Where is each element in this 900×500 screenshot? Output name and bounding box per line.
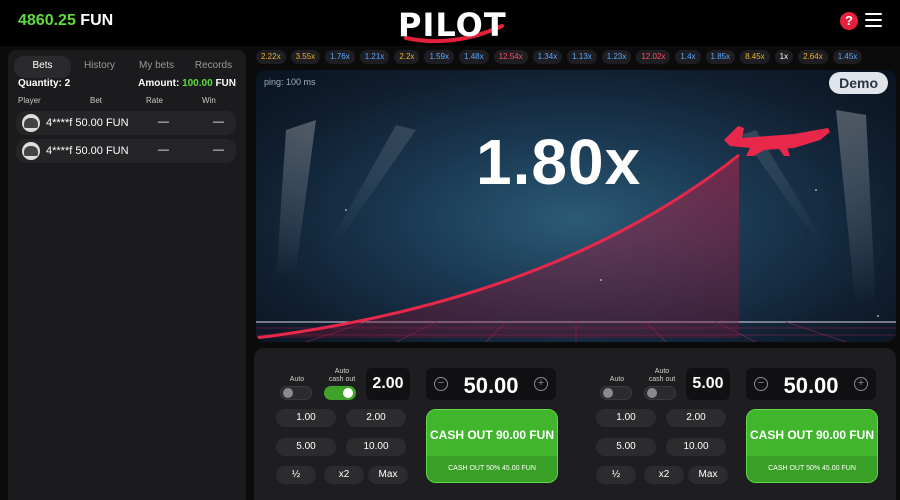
win-cell: — bbox=[213, 116, 224, 128]
history-multiplier-chip[interactable]: 1.23x bbox=[601, 50, 632, 64]
column-player: Player bbox=[18, 96, 41, 105]
history-multiplier-chip[interactable]: 2.64x bbox=[798, 50, 828, 64]
column-win: Win bbox=[202, 96, 216, 105]
preset-button[interactable]: 10.00 bbox=[666, 438, 726, 456]
history-multiplier-chip[interactable]: 1.48x bbox=[459, 50, 489, 64]
tab-history[interactable]: History bbox=[71, 56, 128, 78]
history-multiplier-chip[interactable]: 1.59x bbox=[424, 50, 455, 64]
auto-cashout-label: Auto cash out bbox=[648, 368, 676, 383]
history-multiplier-chip[interactable]: 3.55x bbox=[290, 50, 321, 64]
tab-records[interactable]: Records bbox=[185, 56, 242, 78]
history-multiplier-chip[interactable]: 1.4x bbox=[675, 50, 701, 64]
table-row: 4****f 50.00 FUN — — bbox=[16, 111, 236, 135]
column-bet: Bet bbox=[90, 96, 103, 105]
amount-summary: Amount: 100.00 FUN bbox=[138, 78, 236, 89]
win-cell: — bbox=[213, 144, 224, 156]
preset-button[interactable]: 1.00 bbox=[276, 409, 336, 427]
cash-out-button[interactable]: CASH OUT 90.00 FUN CASH OUT 50% 45.00 FU… bbox=[746, 409, 878, 483]
preset-button[interactable]: 2.00 bbox=[346, 409, 406, 427]
ping-indicator: ping: 100 ms bbox=[264, 77, 316, 87]
balance-display: 4860.25 FUN bbox=[18, 12, 113, 30]
auto-toggle[interactable] bbox=[280, 386, 312, 400]
player-bet: 4****f 50.00 FUN bbox=[46, 145, 129, 157]
demo-badge[interactable]: Demo bbox=[829, 72, 888, 94]
stake-input[interactable]: − 50.00 + bbox=[426, 368, 556, 400]
auto-label: Auto bbox=[609, 376, 625, 383]
auto-cashout-toggle[interactable] bbox=[644, 386, 676, 400]
auto-toggle[interactable] bbox=[600, 386, 632, 400]
cash-out-label: CASH OUT 90.00 FUN bbox=[429, 428, 555, 442]
preset-button[interactable]: 1.00 bbox=[596, 409, 656, 427]
flight-scene bbox=[256, 110, 896, 342]
player-bet: 4****f 50.00 FUN bbox=[46, 117, 129, 129]
rate-cell: — bbox=[158, 116, 169, 128]
logo-text: PILOT bbox=[398, 6, 507, 44]
history-multiplier-chip[interactable]: 8.45x bbox=[740, 50, 770, 64]
history-multiplier-chip[interactable]: 12.54x bbox=[493, 50, 528, 64]
preset-button[interactable]: 5.00 bbox=[596, 438, 656, 456]
auto-label: Auto bbox=[289, 376, 305, 383]
cash-out-label: CASH OUT 90.00 FUN bbox=[749, 428, 875, 442]
history-multiplier-chip[interactable]: 2.22x bbox=[256, 50, 286, 64]
auto-cashout-toggle[interactable] bbox=[324, 386, 356, 400]
cash-out-button[interactable]: CASH OUT 90.00 FUN CASH OUT 50% 45.00 FU… bbox=[426, 409, 558, 483]
cash-out-half-button[interactable]: CASH OUT 50% 45.00 FUN bbox=[747, 456, 877, 482]
max-button[interactable]: Max bbox=[368, 466, 408, 484]
preset-button[interactable]: 2.00 bbox=[666, 409, 726, 427]
coefficient-input[interactable]: 2.00 bbox=[366, 368, 410, 400]
tab-my-bets[interactable]: My bets bbox=[128, 56, 185, 78]
double-button[interactable]: x2 bbox=[324, 466, 364, 484]
sidebar-tabs: Bets History My bets Records bbox=[14, 56, 242, 78]
hamburger-menu-icon[interactable] bbox=[865, 13, 882, 27]
multiplier-history: 2.22x 3.55x 1.76x 1.21x 2.2x 1.59x 1.48x 12.54x… bbox=[256, 50, 900, 64]
history-multiplier-chip[interactable]: 1.85x bbox=[705, 50, 736, 64]
quantity-label: Quantity: bbox=[18, 78, 62, 89]
pilot-logo: PILOT bbox=[398, 4, 508, 44]
avatar bbox=[22, 114, 40, 132]
plus-icon[interactable]: + bbox=[854, 377, 868, 391]
table-row: 4****f 50.00 FUN — — bbox=[16, 139, 236, 163]
amount-value: 100.00 bbox=[182, 78, 213, 89]
max-button[interactable]: Max bbox=[688, 466, 728, 484]
history-multiplier-chip[interactable]: 1.13x bbox=[567, 50, 597, 64]
game-canvas: ping: 100 ms Demo 1.80x bbox=[256, 70, 896, 342]
plus-icon[interactable]: + bbox=[534, 377, 548, 391]
coefficient-input[interactable]: 5.00 bbox=[686, 368, 730, 400]
quantity-value: 2 bbox=[64, 78, 71, 89]
half-button[interactable]: ½ bbox=[276, 466, 316, 484]
bet-controls: Auto Auto cash out 2.00 − 50.00 + 1.00 2… bbox=[254, 348, 896, 500]
auto-cashout-label: Auto cash out bbox=[328, 368, 356, 383]
avatar bbox=[22, 142, 40, 160]
plane-icon bbox=[724, 126, 830, 156]
tab-bets[interactable]: Bets bbox=[14, 56, 71, 78]
preset-button[interactable]: 5.00 bbox=[276, 438, 336, 456]
double-button[interactable]: x2 bbox=[644, 466, 684, 484]
balance-currency: FUN bbox=[80, 12, 114, 29]
half-button[interactable]: ½ bbox=[596, 466, 636, 484]
amount-currency: FUN bbox=[215, 78, 236, 89]
history-multiplier-chip[interactable]: 2.2x bbox=[394, 50, 420, 64]
history-multiplier-chip[interactable]: 1x bbox=[774, 50, 794, 64]
bets-sidebar: Bets History My bets Records Quantity: 2… bbox=[8, 50, 246, 500]
history-multiplier-chip[interactable]: 1.21x bbox=[359, 50, 390, 64]
rate-cell: — bbox=[158, 144, 169, 156]
cash-out-half-button[interactable]: CASH OUT 50% 45.00 FUN bbox=[427, 456, 557, 482]
balance-value: 4860.25 bbox=[18, 12, 76, 29]
history-multiplier-chip[interactable]: 1.76x bbox=[325, 50, 355, 64]
history-multiplier-chip[interactable]: 12.02x bbox=[636, 50, 671, 64]
help-icon[interactable]: ? bbox=[840, 12, 858, 30]
bet-panel-1: Auto Auto cash out 2.00 − 50.00 + 1.00 2… bbox=[254, 348, 570, 500]
history-multiplier-chip[interactable]: 1.45x bbox=[832, 50, 863, 64]
stake-input[interactable]: − 50.00 + bbox=[746, 368, 876, 400]
preset-button[interactable]: 10.00 bbox=[346, 438, 406, 456]
current-multiplier: 1.80x bbox=[476, 126, 642, 198]
amount-label: Amount: bbox=[138, 78, 180, 89]
column-rate: Rate bbox=[146, 96, 163, 105]
quantity-summary: Quantity: 2 bbox=[18, 78, 70, 89]
bet-panel-2: Auto Auto cash out 5.00 − 50.00 + 1.00 2… bbox=[574, 348, 890, 500]
top-bar: 4860.25 FUN PILOT ? bbox=[0, 0, 900, 46]
history-multiplier-chip[interactable]: 1.34x bbox=[532, 50, 563, 64]
